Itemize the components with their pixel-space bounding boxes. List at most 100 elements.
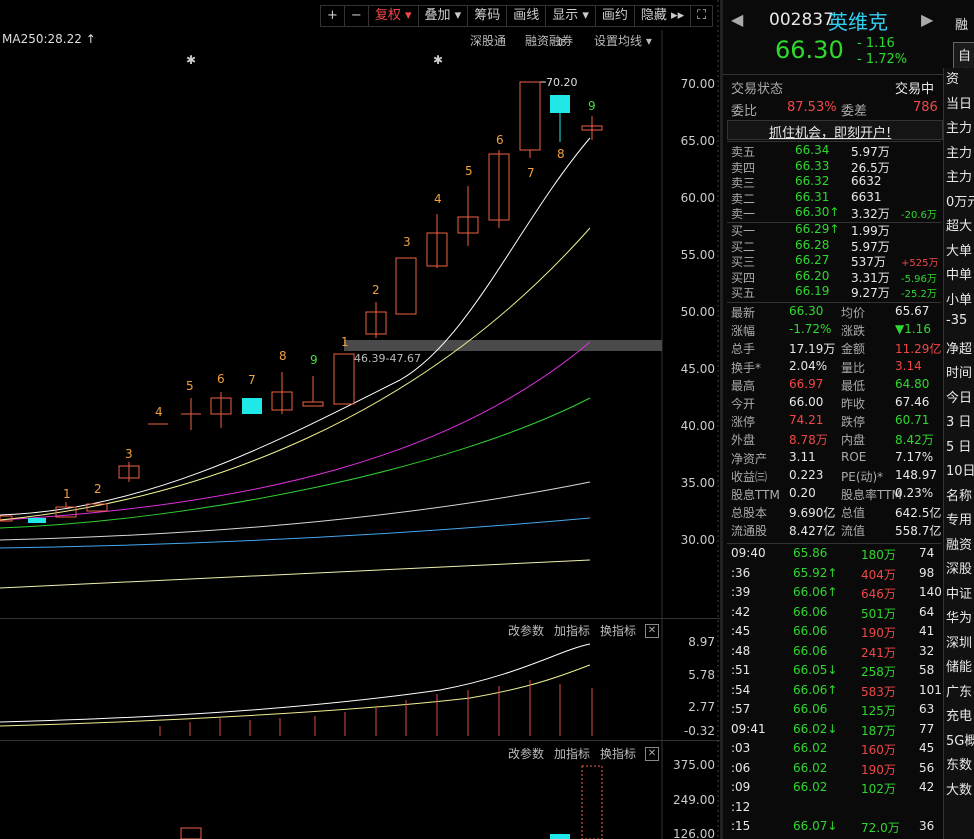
prev-stock-icon[interactable]: ◀ — [731, 10, 743, 29]
side-item: 深圳 — [946, 635, 973, 651]
sub2-switch-link[interactable]: 换指标 — [600, 745, 636, 762]
book-change: +525万 — [901, 258, 939, 269]
stat-value: -1.72% — [789, 322, 832, 337]
side-panel-clipped[interactable]: 资当日主力主力主力0万元超大大单中单小单-35净超时间今日3 日5 日10日名称… — [943, 68, 974, 839]
tick-price: 66.02 — [793, 760, 828, 775]
stat-label: 均价 — [841, 306, 866, 320]
tick-volume: 160万 — [861, 743, 896, 757]
stat-value: 558.7亿 — [895, 524, 942, 539]
side-item: 专用 — [946, 513, 973, 528]
book-label: 卖四 — [731, 160, 756, 175]
stat-label: 换手* — [731, 360, 762, 375]
svg-text:3: 3 — [125, 447, 133, 461]
stat-label: 收益㈢ — [731, 469, 768, 484]
tick-time: :39 — [731, 585, 751, 599]
stat-value: 3.14 — [895, 358, 922, 373]
svg-text:5: 5 — [186, 379, 194, 393]
tick-volume: 646万 — [861, 587, 896, 601]
tick-volume: 583万 — [861, 684, 896, 699]
tick-price: 66.06 — [793, 643, 828, 658]
tick-count: 45 — [919, 741, 935, 755]
sub1-params-link[interactable]: 改参数 — [508, 622, 544, 639]
tick-price: 66.06 — [793, 604, 828, 619]
svg-text:2: 2 — [372, 283, 380, 297]
book-price: 66.30↑ — [795, 205, 840, 219]
stat-label: ROE — [841, 449, 867, 464]
book-price: 66.27 — [795, 253, 830, 267]
stat-label: 量比 — [841, 360, 866, 375]
ma-line — [0, 397, 591, 529]
side-item: 主力 — [946, 145, 973, 161]
sub2-params-link[interactable]: 改参数 — [508, 745, 544, 762]
sub1-switch-link[interactable]: 换指标 — [600, 622, 636, 639]
book-label: 买四 — [731, 270, 756, 285]
stat-label: 净资产 — [731, 451, 768, 466]
stat-value: 3.11 — [789, 449, 816, 464]
tick-volume: 72.0万 — [861, 821, 900, 835]
tick-count: 63 — [919, 702, 935, 716]
book-volume: 3.31万 — [851, 270, 890, 285]
book-volume: 26.5万 — [851, 160, 890, 175]
event-marker: ✱ — [433, 53, 443, 67]
tick-price: 66.02 — [793, 780, 828, 794]
trade-status-value: 交易中 — [895, 82, 935, 97]
kline-chart-panel[interactable]: + − 复权 ▾ 叠加 ▾ 筹码 画线 显示 ▾ 画约 隐藏 ▸▸ ⛶ MA25… — [0, 0, 720, 839]
book-volume: 3.32万 — [851, 207, 890, 221]
weibi-value: 87.53% — [787, 100, 837, 115]
side-item: 中单 — [946, 268, 973, 283]
stat-value: 65.67 — [895, 304, 930, 318]
high-annotation: 70.20 — [546, 76, 578, 89]
tick-time: :57 — [731, 702, 751, 716]
sub2-add-link[interactable]: 加指标 — [554, 745, 590, 762]
stock-code: 002837 — [769, 10, 834, 30]
sub1-tick: -0.32 — [683, 724, 715, 738]
tick-price: 66.06 — [793, 624, 828, 638]
tick-time: 09:40 — [731, 546, 766, 560]
stat-label: 金额 — [841, 342, 866, 357]
book-price: 66.31 — [795, 189, 830, 204]
margin-badge: 融 — [955, 18, 969, 33]
tick-count: 56 — [919, 760, 935, 775]
last-price: 66.30 — [775, 36, 844, 64]
svg-text:2: 2 — [94, 482, 102, 496]
tick-time: :15 — [731, 819, 751, 833]
tick-price: 66.05↓ — [793, 663, 838, 677]
tick-price: 65.86 — [793, 546, 828, 560]
tick-price: 66.02 — [793, 741, 828, 755]
close-icon[interactable]: ✕ — [645, 624, 659, 638]
sub2-tick: 375.00 — [673, 758, 715, 772]
stat-value: ▼1.16 — [895, 322, 931, 337]
side-item: 当日 — [946, 96, 973, 112]
stat-value: 64.80 — [895, 376, 930, 391]
svg-text:5: 5 — [465, 164, 473, 178]
side-item: 充电 — [946, 709, 973, 724]
stat-value: 74.21 — [789, 413, 824, 428]
tick-count: 41 — [919, 624, 935, 638]
stat-value: 60.71 — [895, 413, 930, 428]
tick-volume: 190万 — [861, 762, 896, 777]
book-price: 66.29↑ — [795, 222, 840, 236]
close-icon[interactable]: ✕ — [645, 747, 659, 761]
tick-time: :51 — [731, 663, 751, 677]
tick-price: 66.07↓ — [793, 819, 838, 833]
open-account-banner[interactable]: 抓住机会，即刻开户! — [769, 122, 891, 141]
stat-label: 最新 — [731, 306, 756, 320]
side-item: 大数 — [946, 782, 973, 798]
event-marker: ✱ — [186, 53, 196, 67]
stat-value: 642.5亿 — [895, 506, 942, 521]
tick-volume: 180万 — [861, 548, 896, 562]
book-change: -5.96万 — [901, 273, 937, 285]
side-item: 超大 — [946, 219, 973, 234]
stat-label: 涨停 — [731, 415, 756, 430]
stat-value: 2.04% — [789, 358, 828, 373]
sub1-add-link[interactable]: 加指标 — [554, 622, 590, 639]
tick-count: 42 — [919, 780, 935, 794]
tick-count: 77 — [919, 721, 935, 736]
tick-volume: 258万 — [861, 665, 896, 679]
weicha-value: 786 — [913, 100, 938, 115]
next-stock-icon[interactable]: ▶ — [921, 10, 933, 29]
volume-bar — [550, 834, 570, 839]
tick-time: :45 — [731, 624, 751, 638]
event-marker: ⇕ — [556, 36, 565, 49]
stat-label: 股息TTM — [731, 488, 780, 502]
